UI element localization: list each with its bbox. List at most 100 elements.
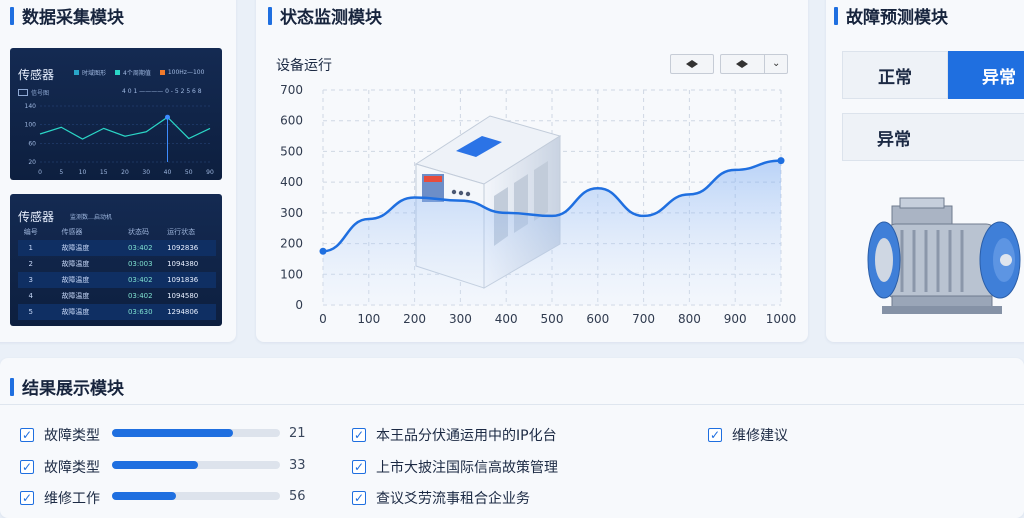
x-tick-label: 400 (495, 312, 518, 326)
mini-x-tick: 10 (79, 169, 87, 176)
result-item-middle[interactable]: ✓ 查议爻劳流事租合企业务 (352, 488, 530, 508)
mini-y-tick: 140 (25, 103, 37, 110)
checkbox-checked-icon[interactable]: ✓ (352, 428, 366, 442)
sensor-line-chart: 14010060200 5 10 15 20 30 40 50 90 (25, 103, 214, 176)
result-item-middle[interactable]: ✓ 本王品分伏通运用中的IP化台 (352, 425, 557, 445)
progress-track (112, 429, 280, 437)
y-tick-label: 0 (295, 298, 303, 312)
mini-series-line (39, 116, 211, 140)
mini-x-tick: 15 (100, 169, 108, 176)
chevron-down-icon: ⌄ (772, 58, 781, 69)
result-count: 21 (289, 426, 306, 441)
progress-track (112, 492, 280, 500)
y-tick-label: 400 (280, 175, 303, 189)
checkbox-checked-icon[interactable]: ✓ (352, 460, 366, 474)
data-collection-title: 数据采集模块 (10, 3, 124, 28)
legend-swatch (159, 70, 165, 75)
checkbox-checked-icon[interactable]: ✓ (20, 428, 34, 442)
mini-x-tick: 0 (38, 169, 42, 176)
x-tick-label: 300 (449, 312, 472, 326)
result-item-maintenance-advice[interactable]: ✓ 维修建议 (708, 425, 788, 445)
table-row: 4 故障温度 03:402 1094580 (18, 288, 216, 304)
chart-label: 设备运行 (276, 58, 332, 74)
sensor-top-ticks: 4 0 1 ———— 0 - 5 2 5 6 8 (122, 88, 202, 95)
checkbox-checked-icon[interactable]: ✓ (352, 491, 366, 505)
chart-range-select[interactable]: ⌄ (720, 54, 788, 74)
x-tick-label: 600 (586, 312, 609, 326)
signal-subtitle: 信号图 (18, 88, 49, 97)
y-tick-label: 100 (280, 267, 303, 281)
table-cell: 03:003 (127, 260, 153, 268)
x-tick-label: 900 (724, 312, 747, 326)
chart-mode-button[interactable] (670, 54, 714, 74)
table-cell: 03:402 (127, 276, 153, 284)
table-cell: 故障温度 (61, 308, 90, 316)
y-tick-label: 700 (280, 83, 303, 97)
progress-fill (112, 461, 198, 469)
progress-fill (112, 429, 233, 437)
checkbox-checked-icon[interactable]: ✓ (20, 460, 34, 474)
mini-x-tick: 20 (121, 169, 129, 176)
table-cell: 03:630 (127, 308, 153, 316)
x-tick-label: 100 (357, 312, 380, 326)
x-tick-label: 200 (403, 312, 426, 326)
table-cell: 1091836 (167, 276, 199, 284)
table-cell: 2 (28, 260, 33, 268)
result-count: 56 (289, 489, 306, 504)
sensor-chart-card: 传感器 时域图形 4个周期值 100Hz—100 信号图 4 0 1 ———— … (10, 48, 222, 180)
sensor-table-card: 传感器 监测数…启动机 编号 传感器 状态码 运行状态 1 故障温度 03:402 10928… (10, 194, 222, 326)
motor-illustration (867, 197, 1021, 314)
result-item-fault-type-2[interactable]: ✓ 故障类型 (20, 457, 100, 477)
title-accent-bar (10, 6, 14, 25)
mini-highlight-point (165, 114, 170, 120)
mini-x-tick: 5 (59, 169, 63, 176)
table-row: 3 故障温度 03:402 1091836 (18, 272, 216, 288)
progress-fill (112, 492, 176, 500)
table-cell: 运行状态 (167, 228, 196, 236)
state-abnormal-result[interactable]: 异常 (842, 113, 1024, 161)
table-cell: 5 (28, 308, 33, 316)
mini-y-tick: 60 (28, 140, 36, 147)
fault-prediction-title: 故障预测模块 (834, 3, 948, 28)
chevron-right-icon (742, 60, 748, 68)
table-cell: 03:402 (127, 292, 153, 300)
table-cell: 1294806 (167, 308, 199, 316)
table-cell: 故障温度 (61, 292, 90, 300)
mini-x-tick: 50 (185, 169, 193, 176)
x-tick-label: 800 (678, 312, 701, 326)
result-item-fault-type[interactable]: ✓ 故障类型 (20, 425, 100, 445)
table-cell: 编号 (23, 228, 38, 236)
state-abnormal-option-active[interactable]: 异常 (948, 51, 1024, 99)
checkbox-checked-icon[interactable]: ✓ (708, 428, 722, 442)
table-cell: 故障温度 (61, 260, 90, 268)
result-item-middle[interactable]: ✓ 上市大披注国际信高故策管理 (352, 457, 558, 477)
sensor-table: 编号 传感器 状态码 运行状态 1 故障温度 03:402 1092836 2 故障温度 03:00… (18, 224, 216, 320)
table-cell: 4 (28, 292, 33, 300)
y-tick-label: 200 (280, 237, 303, 251)
table-cell: 故障温度 (61, 244, 90, 252)
sensor-table-subtitle: 监测数…启动机 (70, 214, 113, 221)
title-accent-bar (834, 6, 838, 25)
title-accent-bar (268, 6, 272, 25)
sensor-table-title: 传感器 (18, 210, 55, 224)
mini-x-tick: 90 (206, 169, 214, 176)
y-tick-label: 600 (280, 114, 303, 128)
checkbox-checked-icon[interactable]: ✓ (20, 491, 34, 505)
series-end-point (777, 157, 785, 165)
state-normal-option[interactable]: 正常 (842, 51, 948, 99)
table-cell: 3 (28, 276, 33, 284)
sensor-card-title: 传感器 (18, 68, 55, 82)
table-header-row: 编号 传感器 状态码 运行状态 (18, 224, 216, 240)
table-cell: 状态码 (127, 228, 149, 236)
select-divider (764, 55, 765, 73)
table-cell: 1 (28, 244, 33, 252)
table-cell: 1094380 (167, 260, 199, 268)
result-count: 33 (289, 458, 306, 473)
result-item-maintenance-work[interactable]: ✓ 维修工作 (20, 488, 100, 508)
result-display-title: 结果展示模块 (10, 374, 124, 399)
x-tick-label: 500 (541, 312, 564, 326)
progress-track (112, 461, 280, 469)
chevron-right-icon (692, 60, 698, 68)
legend-swatch (115, 70, 121, 75)
device-run-chart: 0 100 200 300 400 500 600 700 0 100 200 300 400 500 60… (280, 83, 796, 326)
